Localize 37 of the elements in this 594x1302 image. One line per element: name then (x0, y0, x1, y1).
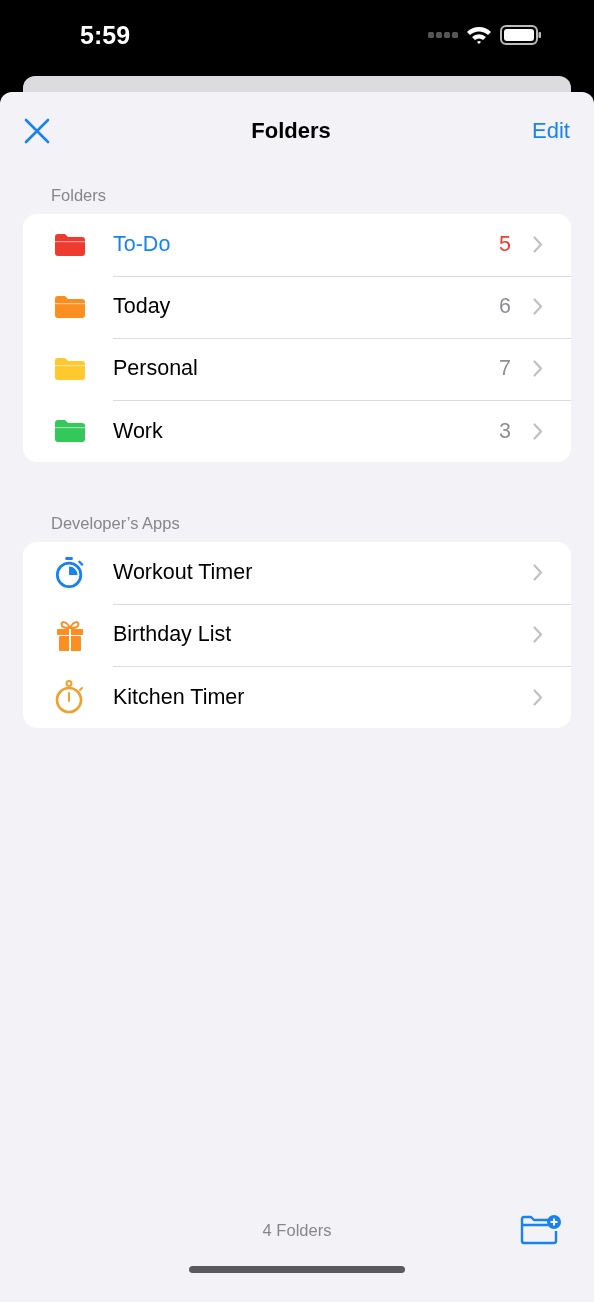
chevron-icon (533, 688, 543, 706)
folder-count-label: 4 Folders (262, 1220, 332, 1240)
new-folder-icon (520, 1215, 562, 1245)
chevron-icon (533, 298, 543, 315)
chevron-icon (533, 626, 543, 643)
chevron-icon (533, 236, 543, 253)
app-row[interactable]: Workout Timer (23, 542, 571, 604)
folder-count: 6 (499, 294, 511, 319)
chevron-icon (533, 564, 543, 581)
nav-title: Folders (251, 118, 331, 144)
folder-count: 7 (499, 356, 511, 381)
folder-row[interactable]: Today 6 (23, 276, 571, 338)
folder-name: To-Do (113, 232, 172, 257)
chevron-icon (533, 422, 543, 440)
folder-name: Work (113, 418, 164, 444)
close-icon (24, 118, 50, 144)
app-name: Birthday List (113, 622, 233, 647)
app-name: Workout Timer (113, 560, 254, 585)
section-header: Folders (50, 186, 108, 205)
app-row[interactable]: Birthday List (23, 604, 571, 666)
battery-icon (500, 25, 542, 45)
folder-count: 5 (499, 232, 511, 257)
folder-count: 3 (499, 418, 511, 444)
new-folder-button[interactable] (520, 1215, 562, 1245)
close-button[interactable] (24, 118, 50, 144)
section-header: Developer’s Apps (50, 514, 181, 533)
folder-row[interactable]: Personal 7 (23, 338, 571, 400)
folder-name: Personal (113, 356, 199, 381)
app-name: Kitchen Timer (113, 684, 246, 710)
chevron-icon (533, 360, 543, 377)
folder-name: Today (113, 294, 172, 319)
folder-row[interactable]: Work 3 (23, 400, 571, 462)
folder-row[interactable]: To-Do 5 (23, 214, 571, 276)
app-row[interactable]: Kitchen Timer (23, 666, 571, 728)
wifi-icon (466, 25, 492, 45)
signal-icon (428, 32, 458, 38)
status-time: 5:59 (80, 20, 131, 50)
